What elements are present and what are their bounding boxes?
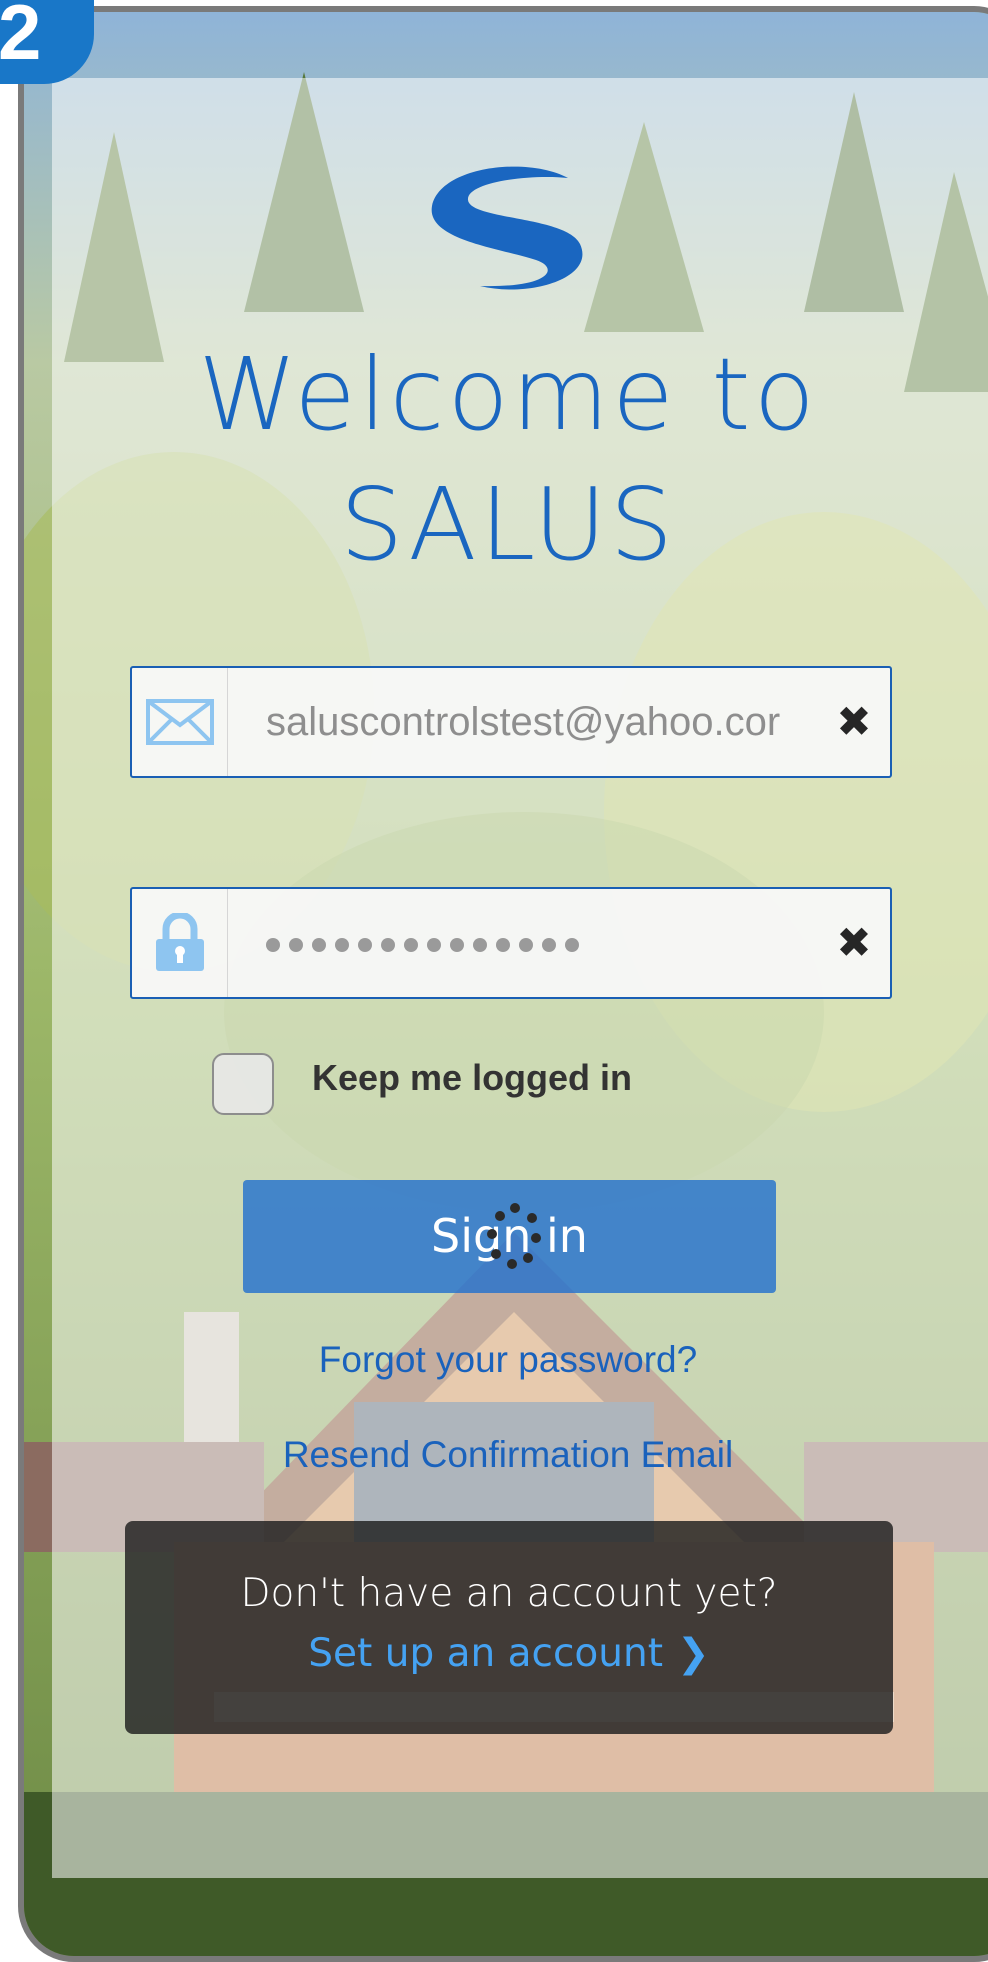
clear-password-icon[interactable]: ✖: [828, 889, 880, 997]
lock-icon: [132, 889, 228, 997]
chevron-right-icon: ❯: [677, 1631, 710, 1676]
set-up-account-link[interactable]: Set up an account ❯: [125, 1631, 893, 1676]
title-brand: SALUS: [339, 466, 677, 583]
salus-logo: [431, 166, 583, 290]
keep-logged-in-checkbox[interactable]: [212, 1053, 274, 1115]
clear-email-icon[interactable]: ✖: [828, 668, 880, 776]
loading-spinner-icon: [487, 1203, 543, 1271]
email-input[interactable]: saluscontrolstest@yahoo.cor: [266, 668, 821, 776]
resend-confirmation-link[interactable]: Resend Confirmation Email: [0, 1434, 988, 1476]
password-field[interactable]: ✖: [130, 887, 892, 999]
title-welcome: Welcome to: [198, 336, 818, 453]
password-mask: [266, 921, 588, 965]
mail-icon: [132, 668, 228, 776]
keep-logged-in-label: Keep me logged in: [312, 1057, 633, 1098]
email-field[interactable]: saluscontrolstest@yahoo.cor ✖: [130, 666, 892, 778]
signup-question: Don't have an account yet?: [240, 1571, 778, 1616]
set-up-account-label: Set up an account: [308, 1631, 663, 1676]
signup-panel: Don't have an account yet? Set up an acc…: [125, 1521, 893, 1734]
password-input[interactable]: [266, 889, 821, 997]
forgot-password-link[interactable]: Forgot your password?: [0, 1339, 988, 1381]
